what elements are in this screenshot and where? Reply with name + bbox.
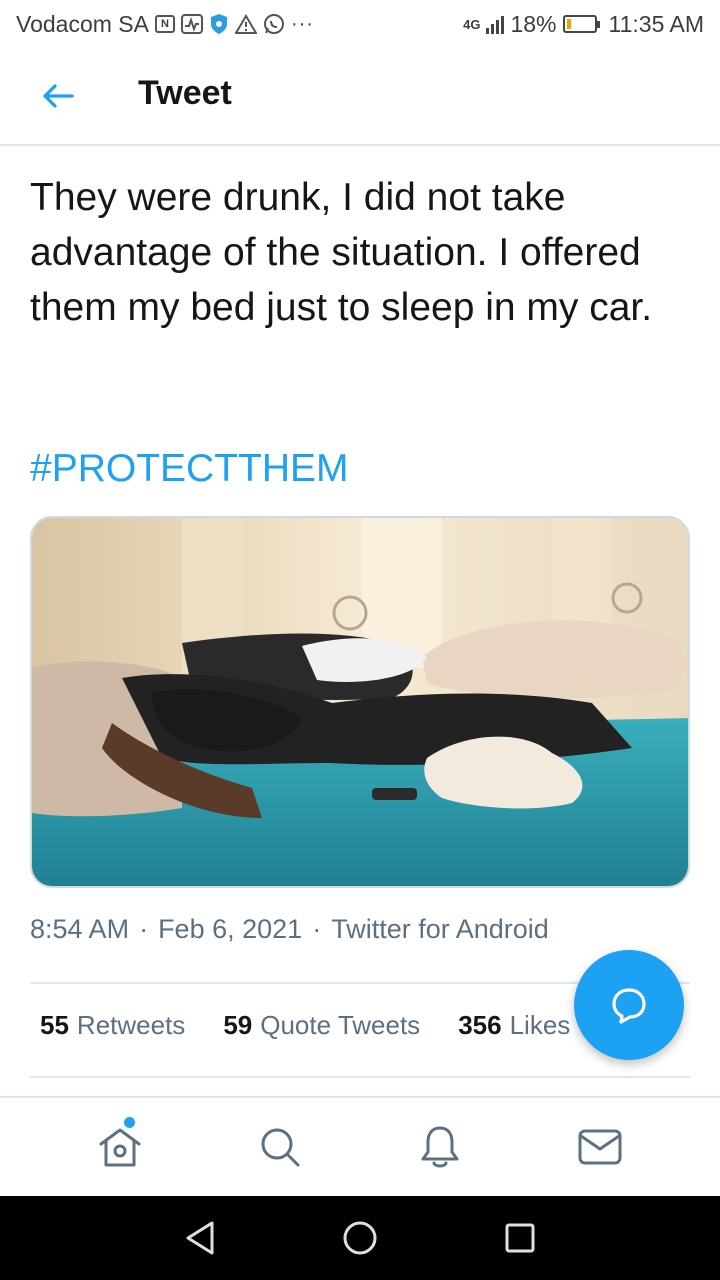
- system-back-button[interactable]: [170, 1208, 230, 1268]
- quote-tweets-count: 59: [223, 1010, 253, 1040]
- header: Tweet: [0, 48, 720, 146]
- tab-home[interactable]: [90, 1117, 150, 1177]
- home-notification-dot: [124, 1117, 135, 1128]
- tab-notifications[interactable]: [410, 1117, 470, 1177]
- search-icon: [261, 1128, 300, 1167]
- tweet-photo[interactable]: [30, 516, 690, 888]
- more-notifications-icon: ···: [290, 12, 314, 35]
- system-home-button[interactable]: [330, 1208, 390, 1268]
- warning-icon: [234, 14, 257, 34]
- mail-icon: [578, 1129, 622, 1165]
- back-button[interactable]: [36, 78, 80, 114]
- retweets-count: 55: [40, 1010, 69, 1040]
- battery-fill: [566, 19, 572, 29]
- quote-tweets-stat[interactable]: 59 Quote Tweets: [223, 1010, 420, 1041]
- battery-percent: 18%: [510, 10, 557, 37]
- photo-illustration: [32, 518, 688, 886]
- system-nav-bar: [0, 1196, 720, 1280]
- triangle-back-icon: [186, 1221, 214, 1255]
- retweets-label: Retweets: [76, 1010, 186, 1040]
- signal-icon: [486, 14, 505, 34]
- network-type-label: 4G: [463, 16, 481, 32]
- carrier-label: Vodacom SA: [16, 10, 149, 37]
- reply-bubble-icon: [612, 988, 646, 1024]
- hashtag-link[interactable]: #PROTECTTHEM: [30, 444, 349, 494]
- page-title: Tweet: [138, 74, 232, 112]
- battery-icon: [562, 15, 600, 33]
- arrow-left-icon: [43, 84, 74, 108]
- tab-messages[interactable]: [570, 1117, 630, 1177]
- tab-search[interactable]: [250, 1117, 310, 1177]
- tweet-time: 8:54 AM: [30, 914, 130, 944]
- meta-separator: ·: [139, 914, 149, 944]
- system-recents-button[interactable]: [490, 1208, 550, 1268]
- retweets-stat[interactable]: 55 Retweets: [40, 1010, 185, 1041]
- bottom-tab-bar: [0, 1096, 720, 1196]
- likes-count: 356: [458, 1010, 502, 1040]
- tweet-text: They were drunk, I did not take advantag…: [30, 176, 653, 329]
- pulse-icon: [180, 14, 203, 34]
- shield-icon: [209, 13, 229, 35]
- status-right: 4G 18% 11:35 AM: [463, 11, 704, 38]
- home-icon: [99, 1128, 141, 1167]
- meta-separator: ·: [312, 914, 322, 944]
- bell-icon: [421, 1126, 459, 1168]
- reply-fab-button[interactable]: [574, 950, 684, 1060]
- tweet-source-link[interactable]: Twitter for Android: [331, 914, 549, 945]
- status-left: Vodacom SA N ···: [16, 11, 314, 38]
- tweet-meta: 8:54 AM · Feb 6, 2021 · Twitter for Andr…: [30, 914, 549, 945]
- status-bar: Vodacom SA N ··· 4G 18% 11:35 AM: [0, 0, 720, 48]
- whatsapp-icon: [263, 13, 285, 35]
- circle-home-icon: [343, 1221, 377, 1255]
- tweet-stats: 55 Retweets 59 Quote Tweets 356 Likes: [40, 1010, 570, 1041]
- divider: [30, 1076, 690, 1078]
- n-icon: N: [154, 15, 175, 33]
- clock: 11:35 AM: [608, 10, 704, 37]
- quote-tweets-label: Quote Tweets: [260, 1010, 421, 1040]
- likes-label: Likes: [509, 1010, 571, 1040]
- tweet-date: Feb 6, 2021: [158, 914, 303, 944]
- likes-stat[interactable]: 356 Likes: [458, 1010, 570, 1041]
- square-recent-icon: [505, 1223, 535, 1253]
